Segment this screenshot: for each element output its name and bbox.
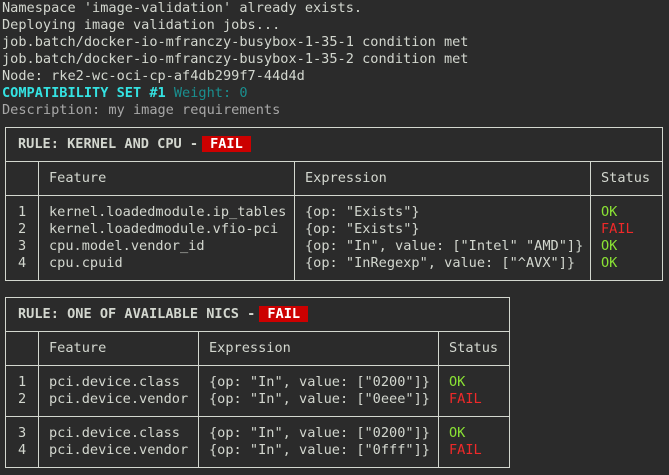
status-fail: FAIL	[449, 442, 482, 458]
expression-value: {op: "InRegexp", value: ["^AVX"]}	[305, 255, 576, 271]
terminal-window: Namespace 'image-validation' already exi…	[0, 0, 669, 475]
header-feature: Feature	[38, 331, 199, 366]
expression-value: {op: "In", value: ["0fff"]}	[209, 442, 430, 458]
table-header-row: Feature Expression Status	[5, 161, 663, 196]
table-row-group: 12 pci.device.class pci.device.vendor {op…	[5, 365, 511, 417]
feature-value: pci.device.class	[49, 374, 180, 390]
row-numbers: 34	[5, 416, 39, 468]
feature-value: pci.device.vendor	[49, 442, 189, 458]
rule-fail-badge: FAIL	[202, 136, 251, 152]
rule-table-nics: RULE: ONE OF AVAILABLE NICS - FAIL Featur…	[4, 297, 511, 468]
rule-title: RULE: ONE OF AVAILABLE NICS -	[18, 306, 256, 322]
feature-cells: kernel.loadedmodule.ip_tables kernel.load…	[38, 195, 295, 281]
node-line: Node: rke2-wc-oci-cp-af4db299f7-44d4d	[2, 68, 305, 84]
feature-value: kernel.loadedmodule.ip_tables	[49, 204, 287, 220]
log-line: Deploying image validation jobs...	[2, 17, 281, 33]
log-line: Namespace 'image-validation' already exi…	[2, 0, 363, 16]
header-feature: Feature	[38, 161, 295, 196]
status-fail: FAIL	[449, 391, 482, 407]
feature-cells: pci.device.class pci.device.vendor	[38, 365, 199, 417]
rule-fail-badge: FAIL	[259, 306, 309, 322]
expression-value: {op: "In", value: ["0eee"]}	[209, 391, 430, 407]
log-line: job.batch/docker-io-mfranczy-busybox-1-3…	[2, 34, 469, 50]
rule-title-row: RULE: KERNEL AND CPU - FAIL	[5, 127, 663, 162]
row-numbers: 12	[5, 365, 39, 417]
header-num	[5, 161, 39, 196]
compat-set-description: Description: my image requirements	[2, 102, 281, 118]
expression-value: {op: "Exists"}	[305, 221, 420, 237]
table-row-group: 1234 kernel.loadedmodule.ip_tables kernel…	[5, 195, 663, 281]
rule-title: RULE: KERNEL AND CPU -	[18, 136, 199, 152]
status-cells: OK FAIL	[437, 365, 511, 417]
header-expression: Expression	[294, 161, 591, 196]
table-row-group: 34 pci.device.class pci.device.vendor {op…	[5, 416, 511, 468]
status-ok: OK	[601, 255, 618, 271]
status-ok: OK	[601, 204, 618, 220]
expression-value: {op: "In", value: ["0200"]}	[209, 374, 430, 390]
status-fail: FAIL	[601, 221, 634, 237]
status-cells: OK FAIL	[437, 416, 511, 468]
compat-set-line: COMPATIBILITY SET #1 Weight: 0	[2, 85, 248, 102]
expression-value: {op: "In", value: ["Intel" "AMD"]}	[305, 238, 584, 254]
log-line: job.batch/docker-io-mfranczy-busybox-1-3…	[2, 51, 469, 67]
table-header-row: Feature Expression Status	[5, 331, 511, 366]
compat-set-label: COMPATIBILITY SET #1	[2, 85, 166, 101]
feature-value: cpu.cpuid	[49, 255, 123, 271]
header-expression: Expression	[198, 331, 439, 366]
status-ok: OK	[449, 425, 466, 441]
expression-cells: {op: "In", value: ["0200"]} {op: "In", va…	[198, 416, 439, 468]
feature-value: kernel.loadedmodule.vfio-pci	[49, 221, 279, 237]
status-ok: OK	[601, 238, 618, 254]
header-status: Status	[437, 331, 511, 366]
expression-cells: {op: "In", value: ["0200"]} {op: "In", va…	[198, 365, 439, 417]
rule-title-row: RULE: ONE OF AVAILABLE NICS - FAIL	[4, 297, 511, 332]
compat-set-weight: Weight: 0	[173, 85, 248, 101]
feature-value: pci.device.class	[49, 425, 180, 441]
expression-value: {op: "In", value: ["0200"]}	[209, 425, 430, 441]
status-cells: OK FAIL OK OK	[590, 195, 663, 281]
expression-value: {op: "Exists"}	[305, 204, 420, 220]
feature-cells: pci.device.class pci.device.vendor	[38, 416, 199, 468]
expression-cells: {op: "Exists"} {op: "Exists"} {op: "In", v…	[294, 195, 591, 281]
header-num	[5, 331, 39, 366]
feature-value: pci.device.vendor	[49, 391, 189, 407]
feature-value: cpu.model.vendor_id	[49, 238, 205, 254]
header-status: Status	[590, 161, 663, 196]
rule-table-kernel-cpu: RULE: KERNEL AND CPU - FAIL Feature Expre…	[5, 127, 663, 281]
status-ok: OK	[449, 374, 466, 390]
row-numbers: 1234	[5, 195, 39, 281]
